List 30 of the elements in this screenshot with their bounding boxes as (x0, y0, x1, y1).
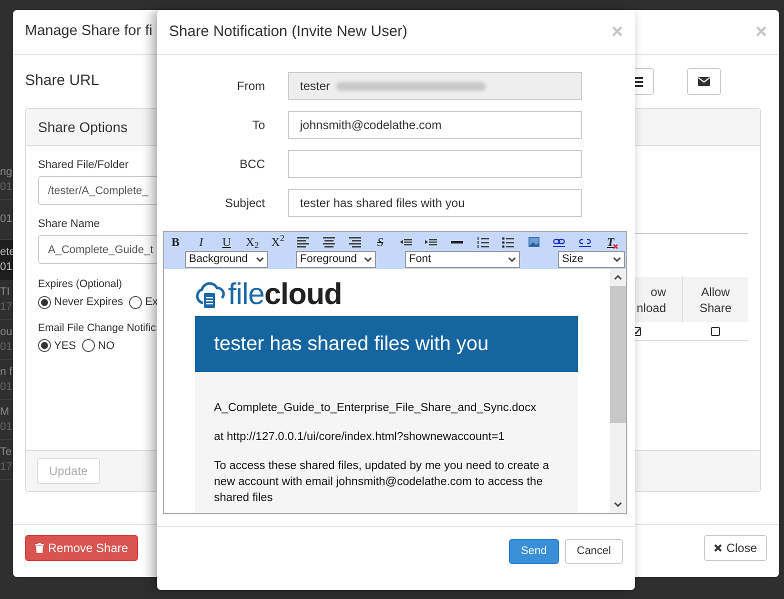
column-header: Allow Share (682, 277, 748, 322)
field-label: Shared File/Folder (38, 158, 128, 172)
panel-title: Share Options (38, 118, 128, 137)
list-text: ou (0, 324, 14, 340)
radio-label: YES (54, 338, 76, 354)
field-label: From (236, 78, 265, 95)
list-text: n f (0, 364, 14, 380)
radio-label: Never Expires (54, 295, 124, 310)
field-label: Email File Change Notific (38, 320, 156, 334)
field-label: Share Name (38, 217, 100, 231)
field-label: To (251, 117, 265, 134)
list-text: Te (0, 444, 13, 460)
list-text: 01 (0, 212, 14, 227)
email-paragraph: To access these shared files, updated by me you need to create a new account with email johnsmith@codelathe.com to access the shared files (214, 459, 550, 506)
modal-title: Share Notification (Invite New User) (169, 22, 408, 42)
field-label: Subject (224, 195, 265, 212)
logo-text: filecloud (228, 280, 342, 310)
email-paragraph: A_Complete_Guide_to_Enterprise_File_Share_and_Sync.docx (214, 401, 538, 416)
list-text: 01 (0, 260, 14, 275)
section-title: Share URL (25, 71, 100, 92)
modal-title: Manage Share for fi (25, 22, 152, 42)
radio-label: NO (98, 338, 115, 354)
email-paragraph: at http://127.0.0.1/ui/core/index.html?shownewaccount=1 (214, 430, 506, 445)
list-text: M (0, 404, 10, 420)
list-text: TI (0, 284, 11, 300)
field-label: Expires (Optional) (38, 277, 122, 291)
radio-label: Ex (145, 295, 158, 310)
field-label: BCC (238, 156, 265, 173)
list-text: ng (0, 164, 14, 180)
banner-text: tester has shared files with you (214, 332, 489, 357)
